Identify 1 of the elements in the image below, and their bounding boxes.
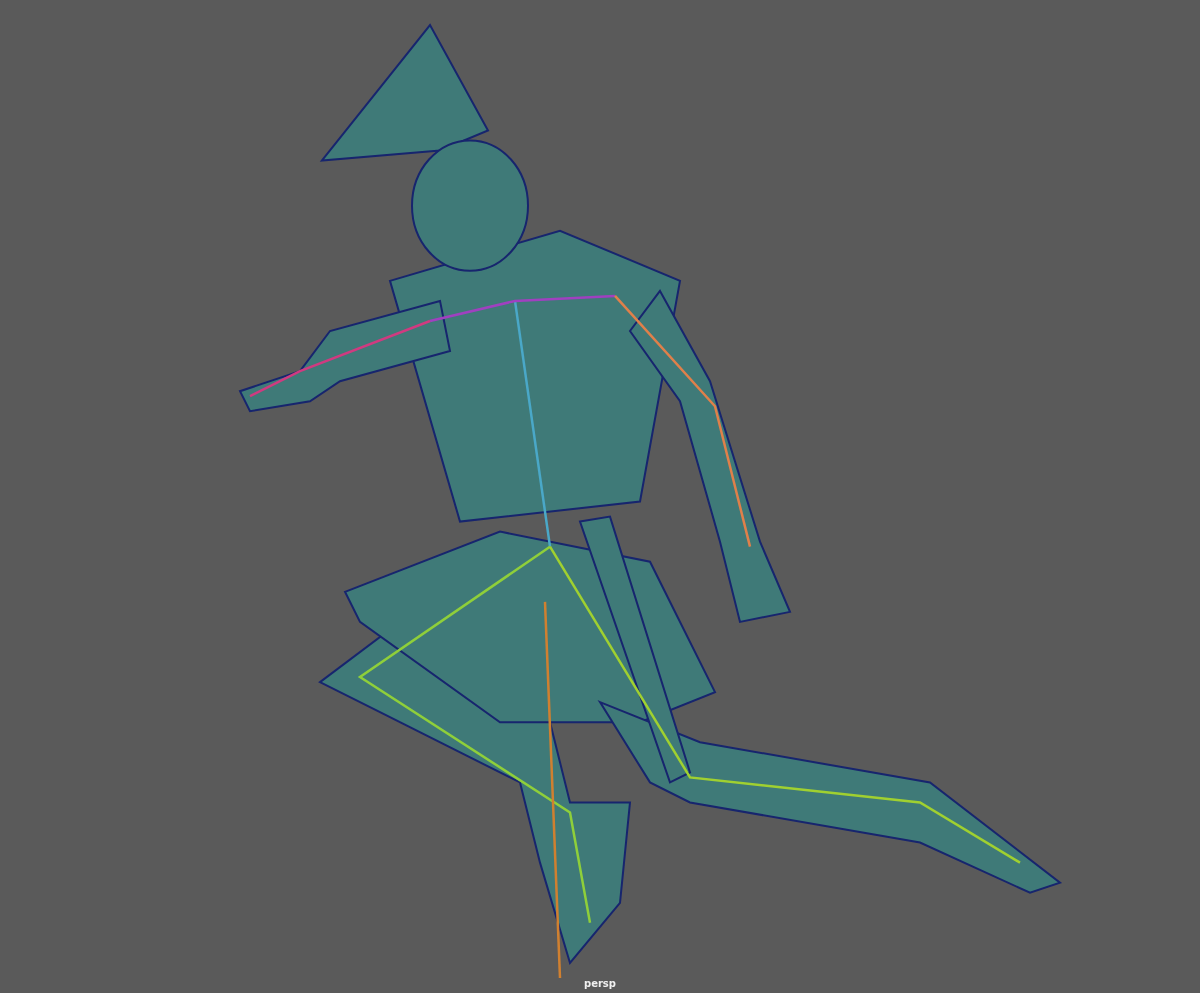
camera-label: persp bbox=[584, 978, 616, 991]
